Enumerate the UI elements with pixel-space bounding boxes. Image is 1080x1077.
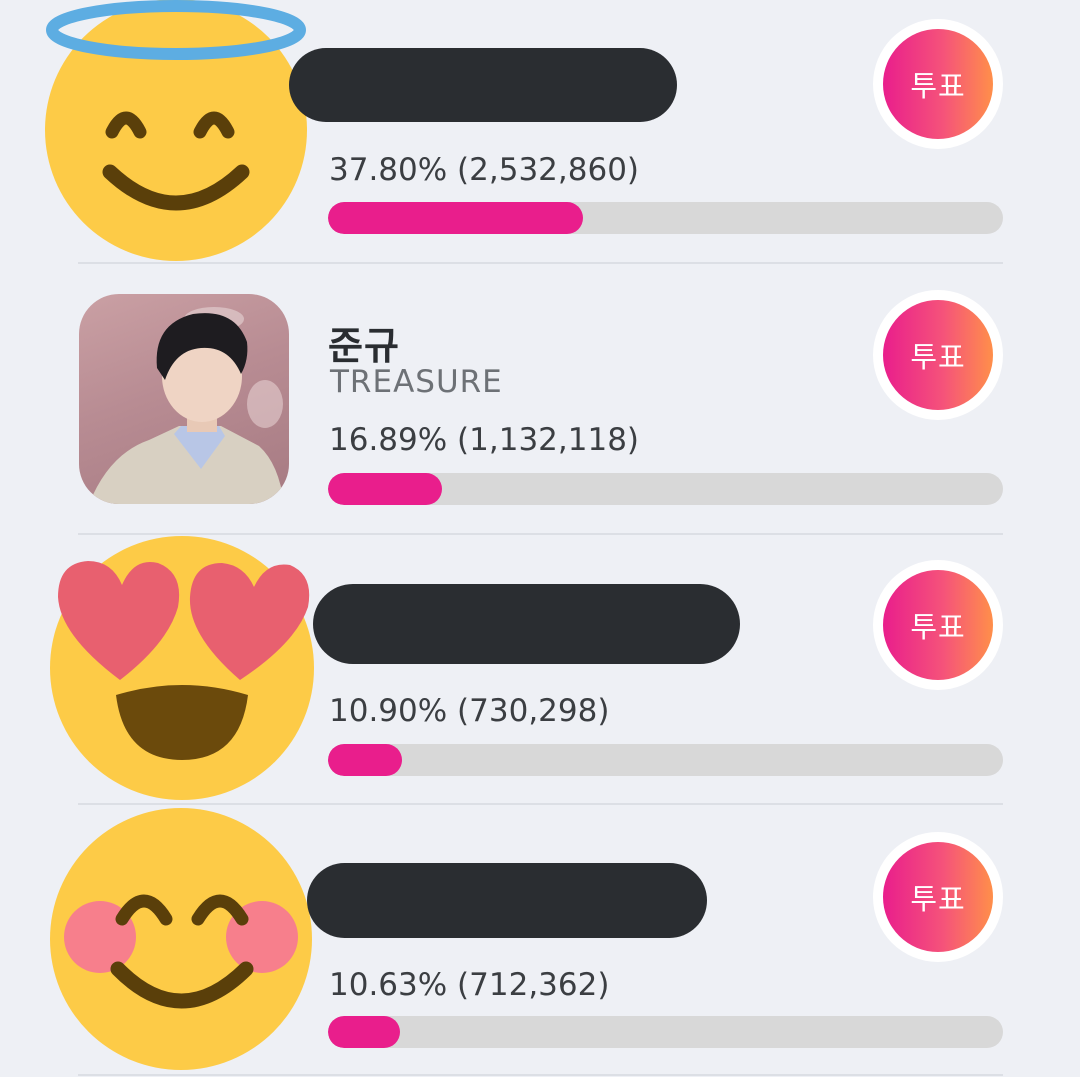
smiling-face-with-halo-icon xyxy=(45,0,307,261)
vote-button[interactable]: 투표 xyxy=(883,570,993,680)
row-divider xyxy=(78,1074,1003,1076)
vote-button-ring: 투표 xyxy=(873,19,1003,149)
candidate-profile-photo xyxy=(79,294,289,504)
vote-button[interactable]: 투표 xyxy=(883,300,993,410)
candidate-row: 준규 TREASURE 16.89% (1,132,118) 투표 xyxy=(0,270,1080,540)
profile-photo-image xyxy=(89,307,284,504)
vote-progress-bar xyxy=(328,744,1003,776)
candidate-name-redacted xyxy=(313,584,740,664)
vote-progress-bar xyxy=(328,473,1003,505)
candidate-row: 10.90% (730,298) 투표 xyxy=(0,536,1080,810)
vote-progress-fill xyxy=(328,202,584,234)
vote-percentage: 10.90% (730,298) xyxy=(329,693,610,729)
heart-eyes-face-icon xyxy=(50,536,314,800)
candidate-row: 37.80% (2,532,860) 투표 xyxy=(0,0,1080,270)
vote-progress-bar xyxy=(328,202,1003,234)
candidate-name: 준규 xyxy=(328,324,400,368)
vote-button-ring: 투표 xyxy=(873,832,1003,962)
vote-button-ring: 투표 xyxy=(873,560,1003,690)
vote-percentage: 16.89% (1,132,118) xyxy=(329,422,640,458)
vote-percentage: 10.63% (712,362) xyxy=(329,967,610,1003)
vote-button[interactable]: 투표 xyxy=(883,842,993,952)
candidate-group: TREASURE xyxy=(330,364,503,400)
vote-button-ring: 투표 xyxy=(873,290,1003,420)
row-divider xyxy=(78,803,1003,805)
candidate-row: 10.63% (712,362) 투표 xyxy=(0,807,1080,1077)
candidate-name-redacted xyxy=(307,863,707,938)
vote-progress-fill xyxy=(328,1016,400,1048)
candidate-name-redacted xyxy=(289,48,677,122)
vote-percentage: 37.80% (2,532,860) xyxy=(329,152,640,188)
vote-progress-bar xyxy=(328,1016,1003,1048)
vote-progress-fill xyxy=(328,744,402,776)
vote-progress-fill xyxy=(328,473,442,505)
row-divider xyxy=(78,262,1003,264)
smiling-face-with-blush-icon xyxy=(50,808,312,1070)
vote-button[interactable]: 투표 xyxy=(883,29,993,139)
